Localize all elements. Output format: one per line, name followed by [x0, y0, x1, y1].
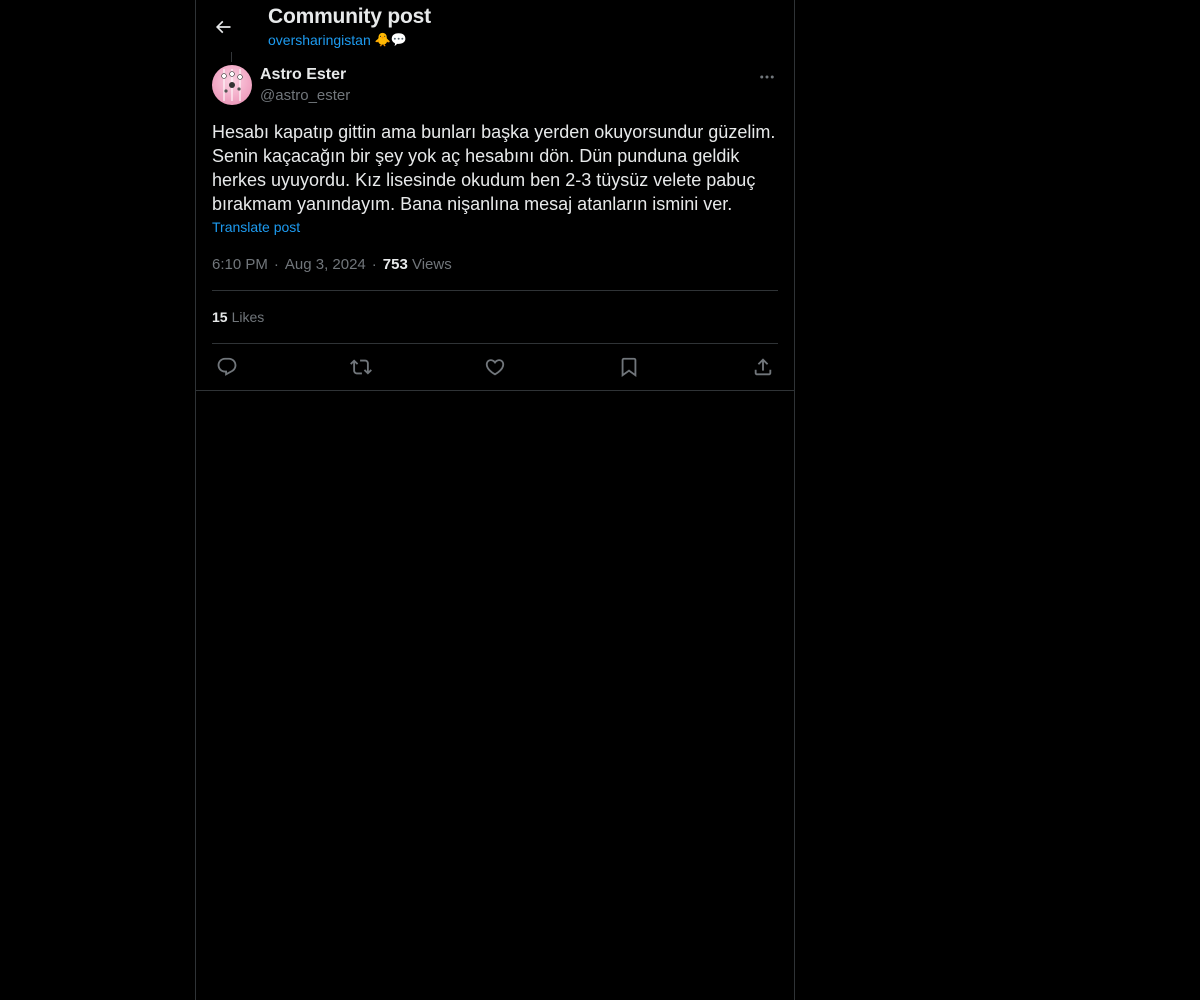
main-column: Community post oversharingistan 🐥💬 Astro… [195, 0, 795, 1000]
arrow-left-icon [215, 20, 231, 34]
reply-button[interactable] [216, 356, 238, 378]
post-actions [212, 344, 778, 390]
thread-connector [231, 52, 232, 62]
translate-post-link[interactable]: Translate post [212, 219, 300, 235]
likes-label: Likes [231, 309, 265, 325]
author-name[interactable]: Astro Ester [260, 66, 346, 84]
bookmark-icon [621, 357, 637, 378]
divider [196, 390, 794, 391]
avatar-image-icon [221, 69, 243, 101]
page-header: Community post oversharingistan 🐥💬 [196, 0, 794, 62]
bookmark-button[interactable] [618, 356, 640, 378]
share-icon [754, 358, 772, 376]
like-button[interactable] [484, 356, 506, 378]
post: Astro Ester @astro_ester Hesabı kapatıp … [196, 64, 794, 391]
likes-count: 15 [212, 309, 228, 325]
post-text: Hesabı kapatıp gittin ama bunları başka … [212, 122, 776, 214]
page-title: Community post [268, 5, 431, 28]
post-date[interactable]: Aug 3, 2024 [285, 256, 366, 273]
likes-summary[interactable]: 15 Likes [212, 291, 778, 343]
author-handle[interactable]: @astro_ester [260, 87, 350, 104]
views-label: Views [411, 255, 452, 273]
post-meta: 6:10 PM · Aug 3, 2024 · 753 Views [212, 254, 778, 274]
views-count: 753 [382, 255, 408, 273]
repost-icon [350, 359, 372, 375]
share-button[interactable] [752, 356, 774, 378]
reply-icon [217, 357, 237, 376]
repost-button[interactable] [350, 356, 372, 378]
community-name: oversharingistan [268, 32, 371, 48]
meta-separator: · [371, 255, 377, 273]
avatar[interactable] [212, 65, 252, 105]
community-emoji: 🐥💬 [374, 32, 408, 47]
community-link[interactable]: oversharingistan 🐥💬 [268, 32, 407, 48]
more-horizontal-icon [760, 75, 774, 79]
meta-separator: · [273, 255, 279, 273]
more-options-button[interactable] [756, 66, 778, 88]
post-time[interactable]: 6:10 PM [212, 256, 268, 273]
back-button[interactable] [210, 14, 236, 40]
post-author-row: Astro Ester @astro_ester [212, 64, 778, 120]
heart-icon [485, 359, 505, 376]
